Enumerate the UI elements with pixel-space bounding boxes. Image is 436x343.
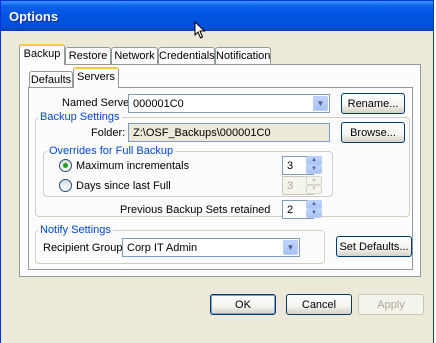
button-label: Rename... bbox=[347, 98, 399, 110]
tab-label: Restore bbox=[68, 50, 108, 62]
recipient-group-label: Recipient Group bbox=[43, 242, 123, 254]
folder-field[interactable]: Z:\OSF_Backups\000001C0 bbox=[128, 123, 330, 142]
spin-down-icon[interactable]: ▼ bbox=[306, 185, 322, 194]
backup-settings-legend: Backup Settings bbox=[38, 111, 122, 123]
max-incrementals-radio[interactable] bbox=[59, 159, 72, 172]
tab-label: Servers bbox=[77, 71, 115, 83]
previous-sets-label: Previous Backup Sets retained bbox=[120, 204, 271, 216]
set-defaults-button[interactable]: Set Defaults... bbox=[336, 236, 412, 257]
tab-credentials[interactable]: Credentials bbox=[158, 47, 215, 64]
chevron-down-icon[interactable]: ▼ bbox=[283, 240, 298, 255]
recipient-group-select[interactable]: Corp IT Admin ▼ bbox=[122, 238, 300, 257]
tab-label: Defaults bbox=[30, 74, 72, 86]
title-bar[interactable]: Options bbox=[1, 1, 433, 31]
tab-defaults[interactable]: Defaults bbox=[29, 71, 73, 88]
named-server-select[interactable]: 000001C0 ▼ bbox=[128, 94, 330, 113]
spin-down-icon[interactable]: ▼ bbox=[306, 165, 322, 174]
button-label: Set Defaults... bbox=[339, 241, 409, 253]
window-title: Options bbox=[9, 9, 59, 24]
recipient-group-value: Corp IT Admin bbox=[127, 242, 198, 254]
max-incrementals-spinner[interactable]: ▲ ▼ bbox=[306, 156, 322, 175]
previous-sets-value: 2 bbox=[287, 204, 294, 216]
tab-backup[interactable]: Backup bbox=[19, 44, 65, 65]
overrides-legend: Overrides for Full Backup bbox=[47, 145, 176, 157]
tab-label: Credentials bbox=[159, 50, 215, 62]
spin-down-icon[interactable]: ▼ bbox=[306, 209, 322, 218]
notify-settings-legend: Notify Settings bbox=[38, 224, 113, 236]
button-label: Cancel bbox=[301, 299, 337, 311]
days-since-label[interactable]: Days since last Full bbox=[76, 180, 171, 192]
days-since-radio[interactable] bbox=[59, 179, 72, 192]
days-since-spinner[interactable]: ▲ ▼ bbox=[306, 176, 322, 195]
tab-label: Network bbox=[114, 50, 155, 62]
tab-label: Backup bbox=[23, 48, 61, 60]
mouse-cursor-icon bbox=[194, 21, 206, 39]
button-label: Apply bbox=[377, 299, 405, 311]
max-incrementals-label[interactable]: Maximum incrementals bbox=[76, 160, 189, 172]
button-label: OK bbox=[235, 299, 251, 311]
spin-up-icon[interactable]: ▲ bbox=[306, 200, 322, 209]
radio-selected-dot bbox=[63, 163, 68, 168]
tab-notification[interactable]: Notification bbox=[215, 47, 271, 64]
max-incrementals-value: 3 bbox=[287, 160, 294, 172]
rename-button[interactable]: Rename... bbox=[341, 93, 405, 114]
button-label: Browse... bbox=[350, 127, 396, 139]
tab-label: Notification bbox=[216, 50, 271, 62]
chevron-down-icon[interactable]: ▼ bbox=[313, 96, 328, 111]
browse-button[interactable]: Browse... bbox=[341, 122, 405, 143]
spin-up-icon[interactable]: ▲ bbox=[306, 176, 322, 185]
named-server-label: Named Server bbox=[62, 97, 133, 109]
tab-network[interactable]: Network bbox=[111, 47, 158, 64]
apply-button[interactable]: Apply bbox=[358, 294, 424, 315]
folder-value: Z:\OSF_Backups\000001C0 bbox=[133, 127, 271, 139]
spin-up-icon[interactable]: ▲ bbox=[306, 156, 322, 165]
ok-button[interactable]: OK bbox=[210, 294, 276, 315]
cancel-button[interactable]: Cancel bbox=[286, 294, 352, 315]
tab-servers[interactable]: Servers bbox=[73, 67, 119, 88]
named-server-value: 000001C0 bbox=[133, 98, 184, 110]
previous-sets-spinner[interactable]: ▲ ▼ bbox=[306, 200, 322, 219]
days-since-value: 3 bbox=[287, 180, 294, 192]
tab-restore[interactable]: Restore bbox=[65, 47, 111, 64]
options-dialog: Options Backup Restore Network Credentia… bbox=[0, 0, 434, 343]
folder-label: Folder: bbox=[91, 127, 126, 139]
